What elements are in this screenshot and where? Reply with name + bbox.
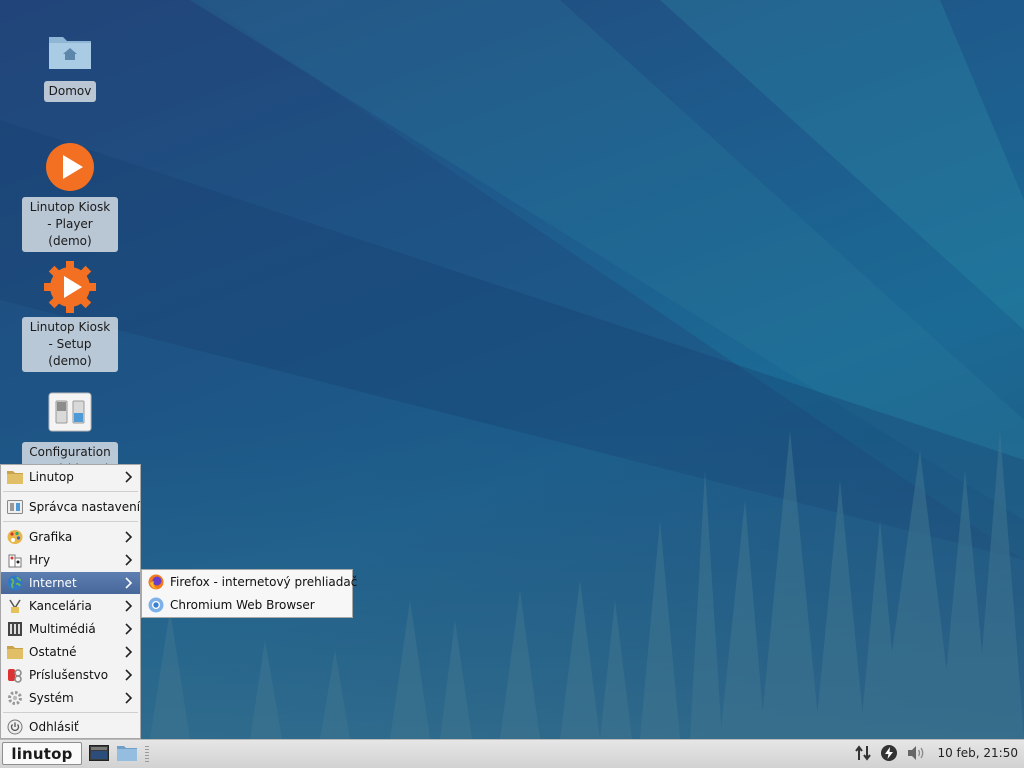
menu-separator (3, 712, 138, 713)
firefox-icon (148, 574, 164, 590)
network-tray-button[interactable] (853, 744, 873, 764)
settings-manager-icon (7, 499, 23, 515)
chromium-icon (148, 597, 164, 613)
accessories-icon (7, 667, 23, 683)
desktop-icon-label: Linutop Kiosk - Setup (demo) (22, 317, 118, 372)
menu-item-linutop[interactable]: Linutop (1, 466, 140, 488)
chevron-right-icon (122, 646, 136, 658)
folder-icon (117, 745, 137, 764)
monitor-icon (89, 744, 109, 764)
game-icon (7, 552, 23, 568)
menu-item-hry[interactable]: Hry (1, 549, 140, 571)
show-desktop-button[interactable] (88, 744, 110, 764)
desktop-icon-label: Linutop Kiosk - Player (demo) (22, 197, 118, 252)
desktop-icon-home[interactable]: Domov (22, 25, 118, 102)
folder-icon (7, 644, 23, 660)
toggle-panel-icon (44, 386, 96, 438)
chevron-right-icon (122, 531, 136, 543)
menu-item-system[interactable]: Systém (1, 687, 140, 709)
menu-item-kancelaria[interactable]: Kancelária (1, 595, 140, 617)
volume-tray-button[interactable] (906, 744, 926, 764)
chevron-right-icon (122, 669, 136, 681)
power-manager-tray-button[interactable] (879, 744, 899, 764)
chevron-right-icon (122, 600, 136, 612)
palette-icon (7, 529, 23, 545)
wallpaper (0, 0, 1024, 739)
menu-item-ostatne[interactable]: Ostatné (1, 641, 140, 663)
menu-item-settings-manager[interactable]: Správca nastavení (1, 496, 140, 518)
start-menu-button[interactable]: linutop (2, 742, 82, 765)
chevron-right-icon (122, 692, 136, 704)
chevron-right-icon (122, 577, 136, 589)
speaker-icon (906, 744, 926, 765)
menu-item-internet[interactable]: Internet (1, 572, 140, 594)
multimedia-icon (7, 621, 23, 637)
desktop: Domov Linutop Kiosk - Player (demo) Linu… (0, 0, 1024, 739)
chevron-right-icon (122, 471, 136, 483)
chevron-right-icon (122, 623, 136, 635)
play-icon (44, 141, 96, 193)
panel-separator-grip (145, 746, 149, 763)
folder-icon (7, 469, 23, 485)
office-icon (7, 598, 23, 614)
desktop-icon-kiosk-setup[interactable]: Linutop Kiosk - Setup (demo) (22, 261, 118, 372)
power-icon (7, 719, 23, 735)
menu-item-multimedia[interactable]: Multimédiá (1, 618, 140, 640)
lightning-bolt-icon (880, 744, 898, 765)
internet-submenu: Firefox - internetový prehliadač Chromiu… (141, 569, 357, 618)
menu-item-prislusenstvo[interactable]: Príslušenstvo (1, 664, 140, 686)
gear-icon (7, 690, 23, 706)
globe-icon (7, 575, 23, 591)
desktop-icon-kiosk-player[interactable]: Linutop Kiosk - Player (demo) (22, 141, 118, 252)
menu-separator (3, 521, 138, 522)
taskbar: linutop 10 feb, 21:50 (0, 739, 1024, 768)
home-folder-icon (44, 25, 96, 77)
submenu-item-firefox[interactable]: Firefox - internetový prehliadač (142, 571, 357, 593)
clock[interactable]: 10 feb, 21:50 (937, 746, 1018, 760)
network-arrows-icon (854, 744, 872, 765)
chevron-right-icon (122, 554, 136, 566)
file-manager-button[interactable] (116, 744, 138, 764)
menu-separator (3, 491, 138, 492)
submenu-item-chromium[interactable]: Chromium Web Browser (142, 594, 352, 616)
desktop-icon-label: Domov (43, 81, 97, 102)
gear-play-icon (44, 261, 96, 313)
menu-item-logout[interactable]: Odhlásiť (1, 716, 140, 738)
menu-item-grafika[interactable]: Grafika (1, 526, 140, 548)
application-menu: Linutop Správca nastavení Grafika Hry In… (0, 464, 141, 739)
